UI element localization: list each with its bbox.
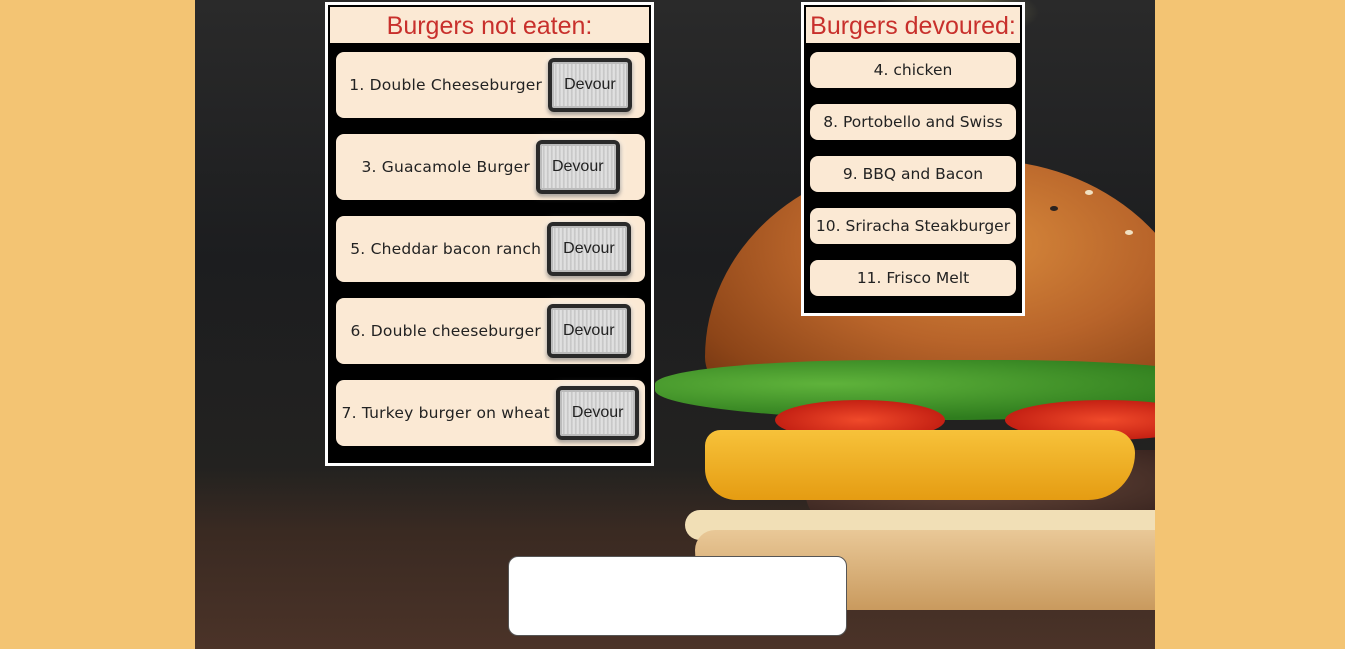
burger-name: 7. Turkey burger on wheat [341,404,550,422]
devoured-item: 8. Portobello and Swiss [810,104,1016,140]
devoured-item: 10. Sriracha Steakburger [810,208,1016,244]
cheese [705,430,1135,500]
burger-name: 5. Cheddar bacon ranch [350,240,542,258]
devoured-item: 4. chicken [810,52,1016,88]
burger-name: 6. Double cheeseburger [350,322,541,340]
devour-button[interactable]: Devour [546,304,631,358]
burger-card: 6. Double cheeseburger Devour [336,298,645,364]
burgers-not-eaten-panel: Burgers not eaten: 1. Double Cheeseburge… [325,2,654,466]
burger-card: 3. Guacamole Burger Devour [336,134,645,200]
panel-title: Burgers not eaten: [328,5,651,45]
devour-button[interactable]: Devour [548,58,632,112]
new-burger-input[interactable] [508,556,847,636]
burger-card: 7. Turkey burger on wheat Devour [336,380,645,446]
burger-card: 5. Cheddar bacon ranch Devour [336,216,645,282]
burger-name: 3. Guacamole Burger [361,158,530,176]
burger-card: 1. Double Cheeseburger Devour [336,52,645,118]
devour-button[interactable]: Devour [547,222,631,276]
devour-button[interactable]: Devour [535,140,620,194]
devour-button[interactable]: Devour [555,386,640,440]
burgers-devoured-panel: Burgers devoured: 4. chicken 8. Portobel… [801,2,1025,316]
devoured-item: 11. Frisco Melt [810,260,1016,296]
devoured-item: 9. BBQ and Bacon [810,156,1016,192]
panel-title: Burgers devoured: [804,5,1022,45]
burger-name: 1. Double Cheeseburger [349,76,543,94]
